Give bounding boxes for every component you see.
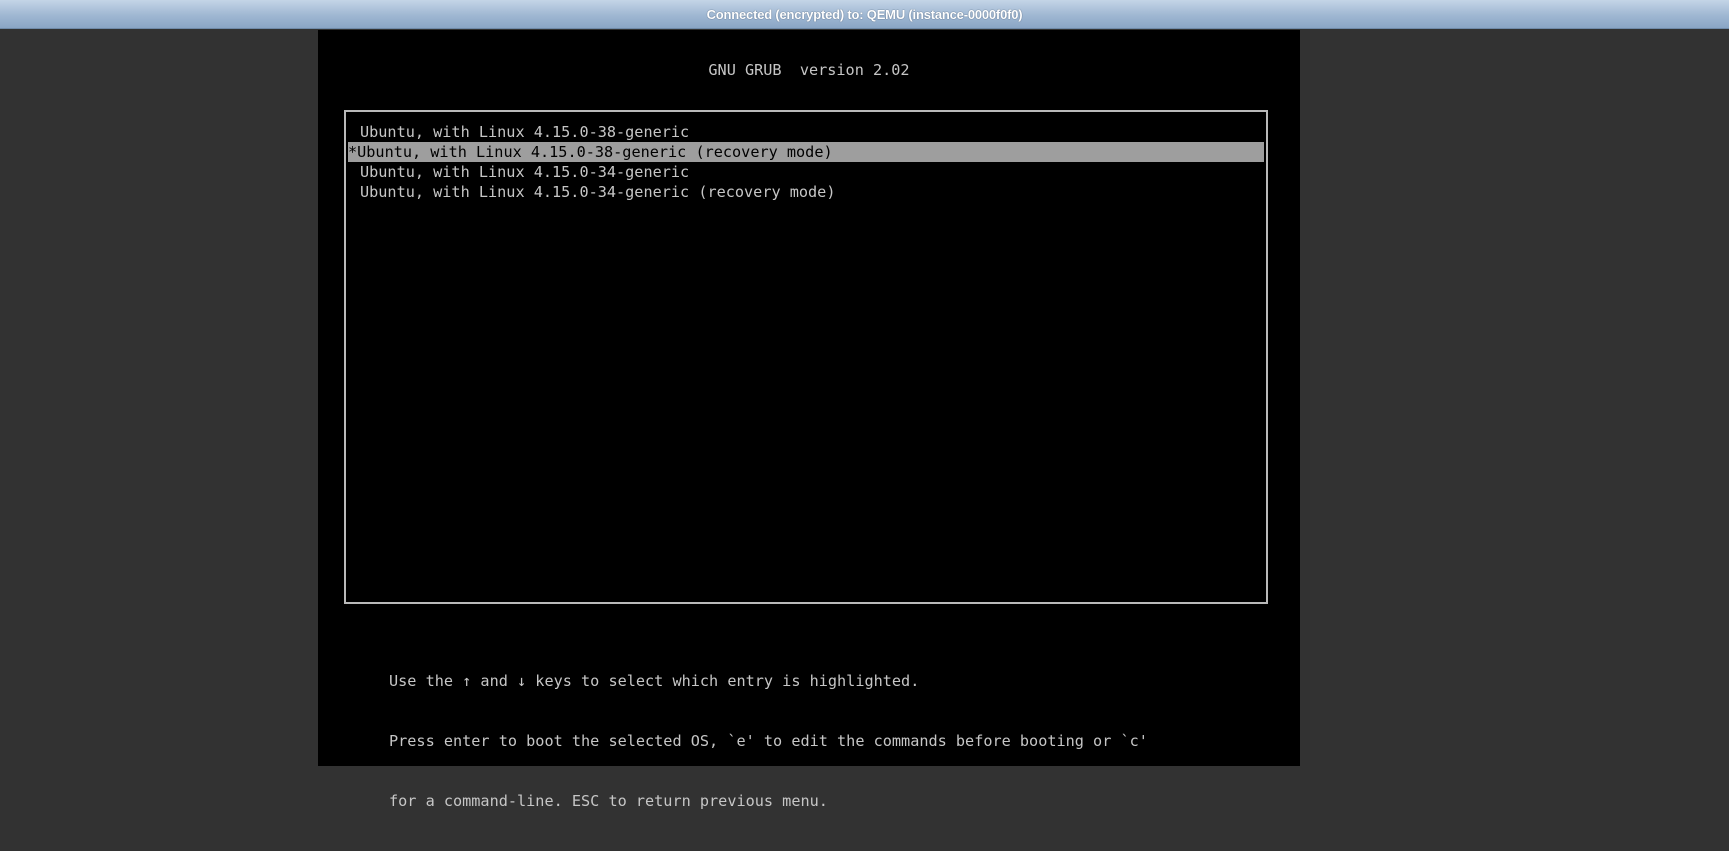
vm-console-screen[interactable]: GNU GRUB version 2.02 Ubuntu, with Linux…	[318, 30, 1300, 810]
boot-entry-list: Ubuntu, with Linux 4.15.0-38-generic *Ub…	[348, 122, 1264, 202]
boot-entry-4-15-0-38-recovery-selected[interactable]: *Ubuntu, with Linux 4.15.0-38-generic (r…	[348, 142, 1264, 162]
connection-status-text: Connected (encrypted) to: QEMU (instance…	[706, 7, 1023, 22]
grub-version-header: GNU GRUB version 2.02	[708, 61, 910, 79]
help-line-boot-edit: Press enter to boot the selected OS, `e'…	[389, 732, 1148, 750]
grub-boot-menu[interactable]: Ubuntu, with Linux 4.15.0-38-generic *Ub…	[344, 110, 1268, 604]
boot-entry-4-15-0-34-generic[interactable]: Ubuntu, with Linux 4.15.0-34-generic	[348, 162, 1264, 182]
vnc-status-bar: Connected (encrypted) to: QEMU (instance…	[0, 0, 1729, 29]
help-line-command-line: for a command-line. ESC to return previo…	[389, 792, 828, 810]
boot-entry-4-15-0-34-recovery[interactable]: Ubuntu, with Linux 4.15.0-34-generic (re…	[348, 182, 1264, 202]
help-line-navigation: Use the ↑ and ↓ keys to select which ent…	[389, 672, 920, 690]
grub-help-text: Use the ↑ and ↓ keys to select which ent…	[389, 631, 1148, 851]
boot-entry-4-15-0-38-generic[interactable]: Ubuntu, with Linux 4.15.0-38-generic	[348, 122, 1264, 142]
